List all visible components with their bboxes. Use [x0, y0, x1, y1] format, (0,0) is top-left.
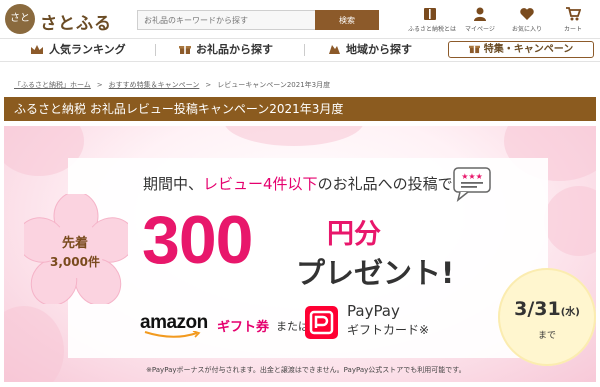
breadcrumb-separator: >	[96, 81, 103, 89]
mypage-label: マイページ	[465, 26, 495, 33]
nav-gifts-label: お礼品から探す	[196, 43, 273, 56]
about-label: ふるさと納税とは	[408, 26, 457, 33]
review-comment-icon: ★★★	[453, 167, 491, 202]
breadcrumb-current: レビューキャンペーン2021年3月度	[217, 81, 331, 89]
breadcrumb: 「ふるさと納税」ホーム > おすすめ特集＆キャンペーン > レビューキャンペーン2021…	[14, 80, 330, 90]
headline-highlight: レビュー4件以下	[203, 175, 318, 193]
banner-headline: 期間中、レビュー4件以下のお礼品への投稿で	[143, 173, 453, 194]
amazon-smile-icon	[144, 331, 201, 338]
reward-amount: 300	[142, 202, 253, 278]
deadline-day: (水)	[560, 307, 580, 318]
badge-line2: 3,000件	[50, 255, 100, 269]
search-input[interactable]	[137, 10, 315, 30]
nav-region-label: 地域から探す	[346, 43, 412, 56]
book-icon	[424, 8, 436, 20]
favorites-link[interactable]: お気に入り	[505, 6, 549, 33]
main-nav: 人気ランキング お礼品から探す 地域から探す 特集・キャンペーン	[0, 38, 600, 62]
breadcrumb-features[interactable]: おすすめ特集＆キャンペーン	[109, 81, 200, 89]
person-icon	[474, 7, 486, 21]
blossom-decoration	[224, 126, 364, 146]
search-button[interactable]: 検索	[315, 10, 379, 30]
cart-link[interactable]: カート	[551, 6, 595, 33]
blossom-decoration	[4, 306, 64, 382]
svg-text:★★★: ★★★	[461, 172, 483, 181]
headline-post: のお礼品への投稿で	[317, 175, 453, 193]
banner-footnote: ※PayPayボーナスが付与されます。出金と譲渡はできません。PayPay公式ス…	[146, 366, 466, 374]
paypay-gift-label: ギフトカード※	[347, 323, 430, 337]
first-come-badge: 先着 3,000件	[36, 232, 114, 270]
deadline-date: 3/31(水)	[498, 298, 596, 320]
gift-icon	[179, 46, 191, 54]
deadline-until: まで	[537, 331, 556, 341]
amazon-gift-label: ギフト券	[217, 320, 270, 335]
deadline-date-value: 3/31	[514, 298, 561, 320]
nav-ranking-label: 人気ランキング	[49, 43, 126, 56]
gift-icon	[468, 45, 480, 54]
nav-gifts[interactable]: お礼品から探す	[179, 39, 273, 61]
nav-divider	[155, 44, 156, 56]
crown-icon	[31, 45, 43, 54]
campaign-button[interactable]: 特集・キャンペーン	[448, 41, 594, 58]
headline-pre: 期間中、	[143, 175, 204, 193]
present-text: プレゼント!	[296, 256, 455, 290]
cart-label: カート	[563, 26, 582, 33]
about-furusato-link[interactable]: ふるさと納税とは	[408, 6, 457, 33]
nav-region[interactable]: 地域から探す	[328, 39, 412, 61]
breadcrumb-home[interactable]: 「ふるさと納税」ホーム	[14, 81, 91, 89]
cart-icon	[566, 7, 581, 21]
favorites-label: お気に入り	[511, 26, 542, 33]
campaign-banner[interactable]: 先着 3,000件 期間中、レビュー4件以下のお礼品への投稿で ★★★ 300 …	[4, 126, 596, 382]
campaign-label: 特集・キャンペーン	[483, 44, 574, 55]
heart-icon	[520, 8, 534, 20]
nav-ranking[interactable]: 人気ランキング	[30, 39, 126, 61]
deadline-badge: 3/31(水) まで	[498, 268, 596, 366]
reward-unit: 円分	[327, 219, 381, 250]
blossom-decoration	[544, 186, 596, 256]
logo-mark[interactable]: さと	[5, 4, 35, 34]
paypay-name: PayPay	[347, 302, 400, 320]
paypay-icon	[305, 306, 338, 339]
breadcrumb-separator: >	[205, 81, 212, 89]
nav-divider	[304, 44, 305, 56]
page-title: ふるさと納税 お礼品レビュー投稿キャンペーン2021年3月度	[4, 97, 596, 121]
site-header: さと さとふる 検索 ふるさと納税とは マイページ お気に入り カート	[0, 0, 600, 40]
map-icon	[329, 45, 340, 54]
site-logo[interactable]: さとふる	[40, 9, 112, 34]
badge-line1: 先着	[61, 236, 88, 251]
mypage-link[interactable]: マイページ	[458, 6, 502, 33]
